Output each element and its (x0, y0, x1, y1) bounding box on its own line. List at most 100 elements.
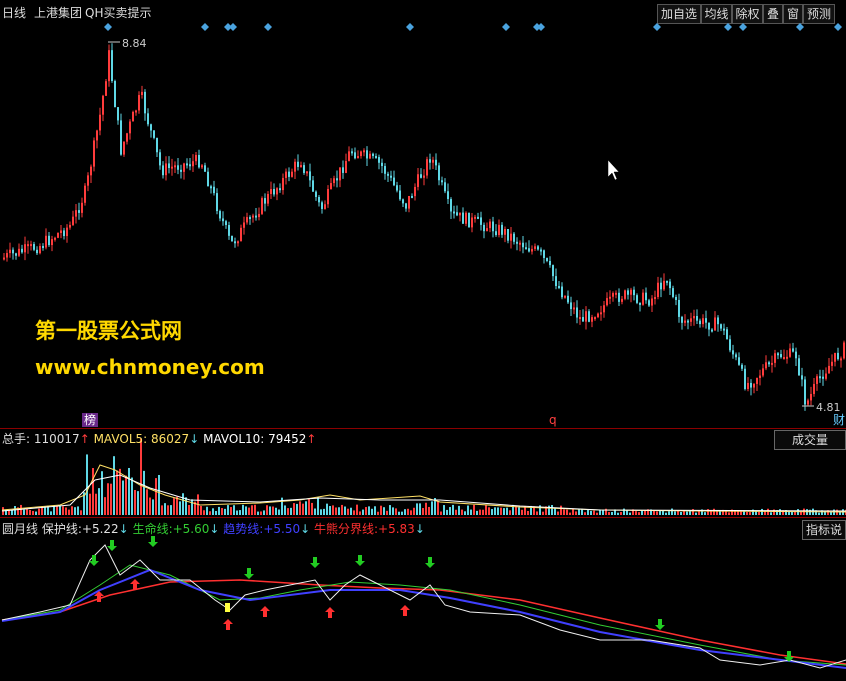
price-candle (30, 244, 32, 247)
list-marker[interactable]: 榜 (82, 413, 99, 427)
sell-arrow-icon (107, 540, 117, 551)
volume-bar (173, 498, 175, 515)
volume-bar (563, 509, 565, 515)
price-candle (234, 241, 236, 244)
price-candle (390, 175, 392, 178)
price-candle (825, 373, 827, 379)
price-candle (576, 307, 578, 318)
price-candle (201, 165, 203, 168)
volume-bar (152, 499, 154, 515)
signal-diamond (406, 23, 414, 31)
life-line-label: 生命线: (132, 522, 173, 536)
volume-bar (404, 509, 406, 515)
price-candle (726, 329, 728, 340)
volume-bar (473, 504, 475, 515)
price-candle (69, 224, 71, 228)
volume-bar (569, 512, 571, 515)
price-candle (531, 248, 533, 252)
yellow-signal-bar (225, 603, 230, 612)
volume-bar (128, 467, 130, 515)
volume-bar (116, 470, 118, 515)
price-candle (72, 216, 74, 225)
price-candle (255, 215, 257, 218)
price-candle (447, 191, 449, 200)
price-candle (423, 175, 425, 178)
price-candle (495, 231, 497, 236)
price-candle (414, 186, 416, 197)
price-candle (372, 153, 374, 157)
price-candle (657, 282, 659, 298)
price-candle (819, 376, 821, 379)
volume-bar (239, 510, 241, 515)
price-candle (36, 249, 38, 254)
price-candle (747, 382, 749, 390)
volume-bar (263, 510, 265, 515)
indicator-panel-name[interactable]: 圆月线 (2, 522, 38, 536)
price-candle (435, 159, 437, 166)
volume-bar (182, 493, 184, 515)
volume-bar (20, 504, 22, 515)
price-candle (762, 368, 764, 376)
price-candle (387, 173, 389, 176)
volume-bar (170, 505, 172, 515)
price-candle (417, 174, 419, 187)
price-candle (699, 320, 701, 325)
price-candle (471, 217, 473, 228)
price-candle (561, 286, 563, 298)
watermark-url: www.chnmoney.com (35, 355, 265, 379)
price-candle (126, 133, 128, 142)
price-candle (420, 174, 422, 178)
price-candle (321, 202, 323, 209)
volume-bar (191, 499, 193, 515)
price-candle (597, 313, 599, 318)
sell-arrow-icon (244, 568, 254, 579)
volume-bar (284, 505, 286, 515)
price-candle (507, 228, 509, 241)
price-candle (501, 224, 503, 235)
price-candle (834, 352, 836, 362)
mavol10-arrow: ↑ (306, 432, 317, 446)
price-candle (828, 365, 830, 374)
finance-marker[interactable]: 财 (833, 413, 845, 427)
q-marker[interactable]: q (549, 413, 557, 427)
volume-bar (584, 512, 586, 515)
volume-bar (497, 507, 499, 515)
price-candle (756, 378, 758, 384)
price-candle (690, 318, 692, 322)
volume-bar (299, 501, 301, 515)
price-candle (813, 383, 815, 394)
volume-indicator-button[interactable]: 成交量 (774, 430, 846, 450)
volume-bar (35, 511, 37, 515)
volume-bar (443, 505, 445, 515)
price-candle (837, 352, 839, 360)
price-candle (516, 241, 518, 244)
volume-bar (71, 506, 73, 515)
price-candle (492, 221, 494, 232)
price-candle (579, 317, 581, 320)
price-candle (108, 50, 110, 82)
volume-bar (506, 507, 508, 515)
price-candle (438, 165, 440, 181)
volume-bar (746, 511, 748, 515)
price-candle (801, 375, 803, 380)
volume-bar (254, 504, 256, 515)
volume-bar (572, 509, 574, 515)
trend-line-arrow: ↓ (300, 522, 311, 536)
volume-bar (110, 483, 112, 515)
volume-bar (413, 507, 415, 515)
sell-arrow-icon (355, 555, 365, 566)
volume-bar (590, 510, 592, 515)
price-candle (123, 141, 125, 155)
indicator-help-button[interactable]: 指标说 (802, 520, 846, 540)
price-candle (585, 311, 587, 322)
volume-bar (233, 505, 235, 515)
price-candle (528, 248, 530, 252)
price-candle (105, 81, 107, 96)
price-candle (378, 157, 380, 163)
volume-bar (596, 512, 598, 515)
price-candle (144, 91, 146, 114)
signal-diamond (537, 23, 545, 31)
price-candle (504, 228, 506, 235)
volume-bar (89, 493, 91, 515)
price-candle (660, 282, 662, 290)
